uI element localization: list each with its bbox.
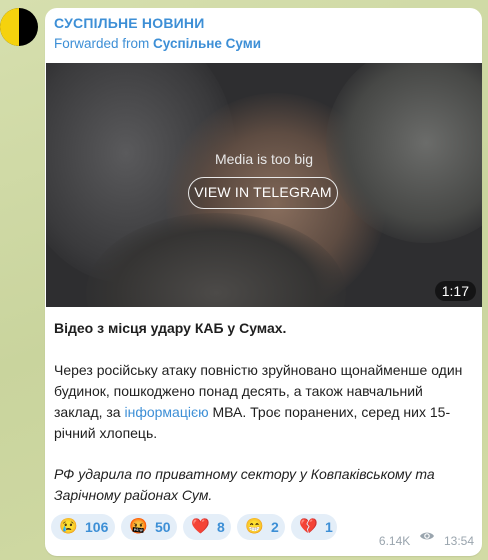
- info-link[interactable]: інформацією: [125, 404, 209, 420]
- reaction-pill[interactable]: 😁 2: [237, 514, 285, 540]
- reaction-pill[interactable]: 🤬 50: [121, 514, 177, 540]
- forwarded-prefix: Forwarded from: [54, 36, 150, 51]
- reaction-pill[interactable]: 😢 106: [51, 514, 115, 540]
- reaction-count: 1: [325, 519, 333, 535]
- red-heart-icon: ❤️: [191, 518, 210, 535]
- view-in-telegram-button[interactable]: VIEW IN TELEGRAM: [188, 177, 338, 209]
- video-preview[interactable]: Media is too big VIEW IN TELEGRAM 1:17: [46, 63, 482, 307]
- message-bubble: СУСПІЛЬНЕ НОВИНИ Forwarded from Суспільн…: [45, 8, 482, 556]
- post-title: Відео з місця удару КАБ у Сумах.: [54, 320, 287, 336]
- message-meta: 6.14K 13:54: [379, 528, 474, 548]
- view-count: 6.14K: [378, 533, 411, 548]
- eye-icon: [419, 532, 434, 540]
- post-italic-note: РФ ударила по приватному сектору у Ковпа…: [54, 466, 435, 503]
- video-duration-badge: 1:17: [434, 281, 476, 301]
- avatar-yellow-half: [0, 8, 19, 46]
- reaction-count: 50: [155, 519, 171, 535]
- channel-name[interactable]: СУСПІЛЬНЕ НОВИНИ: [54, 15, 204, 31]
- forwarded-source-link[interactable]: Суспільне Суми: [153, 36, 261, 51]
- broken-heart-icon: 💔: [299, 518, 318, 535]
- crying-face-icon: 😢: [59, 518, 78, 535]
- grinning-face-icon: 😁: [245, 518, 264, 535]
- post-body: Через російську атаку повністю зруйнован…: [54, 360, 474, 444]
- reaction-pill[interactable]: ❤️ 8: [183, 514, 231, 540]
- cursing-face-icon: 🤬: [129, 518, 148, 535]
- channel-avatar[interactable]: [0, 8, 38, 46]
- reaction-count: 106: [85, 519, 109, 535]
- reaction-count: 8: [217, 519, 225, 535]
- message-time: 13:54: [443, 533, 474, 548]
- forwarded-from: Forwarded from Суспільне Суми: [54, 36, 261, 51]
- reaction-count: 2: [271, 519, 279, 535]
- reaction-pill[interactable]: 💔 1: [291, 514, 337, 540]
- media-too-big-label: Media is too big: [214, 151, 314, 167]
